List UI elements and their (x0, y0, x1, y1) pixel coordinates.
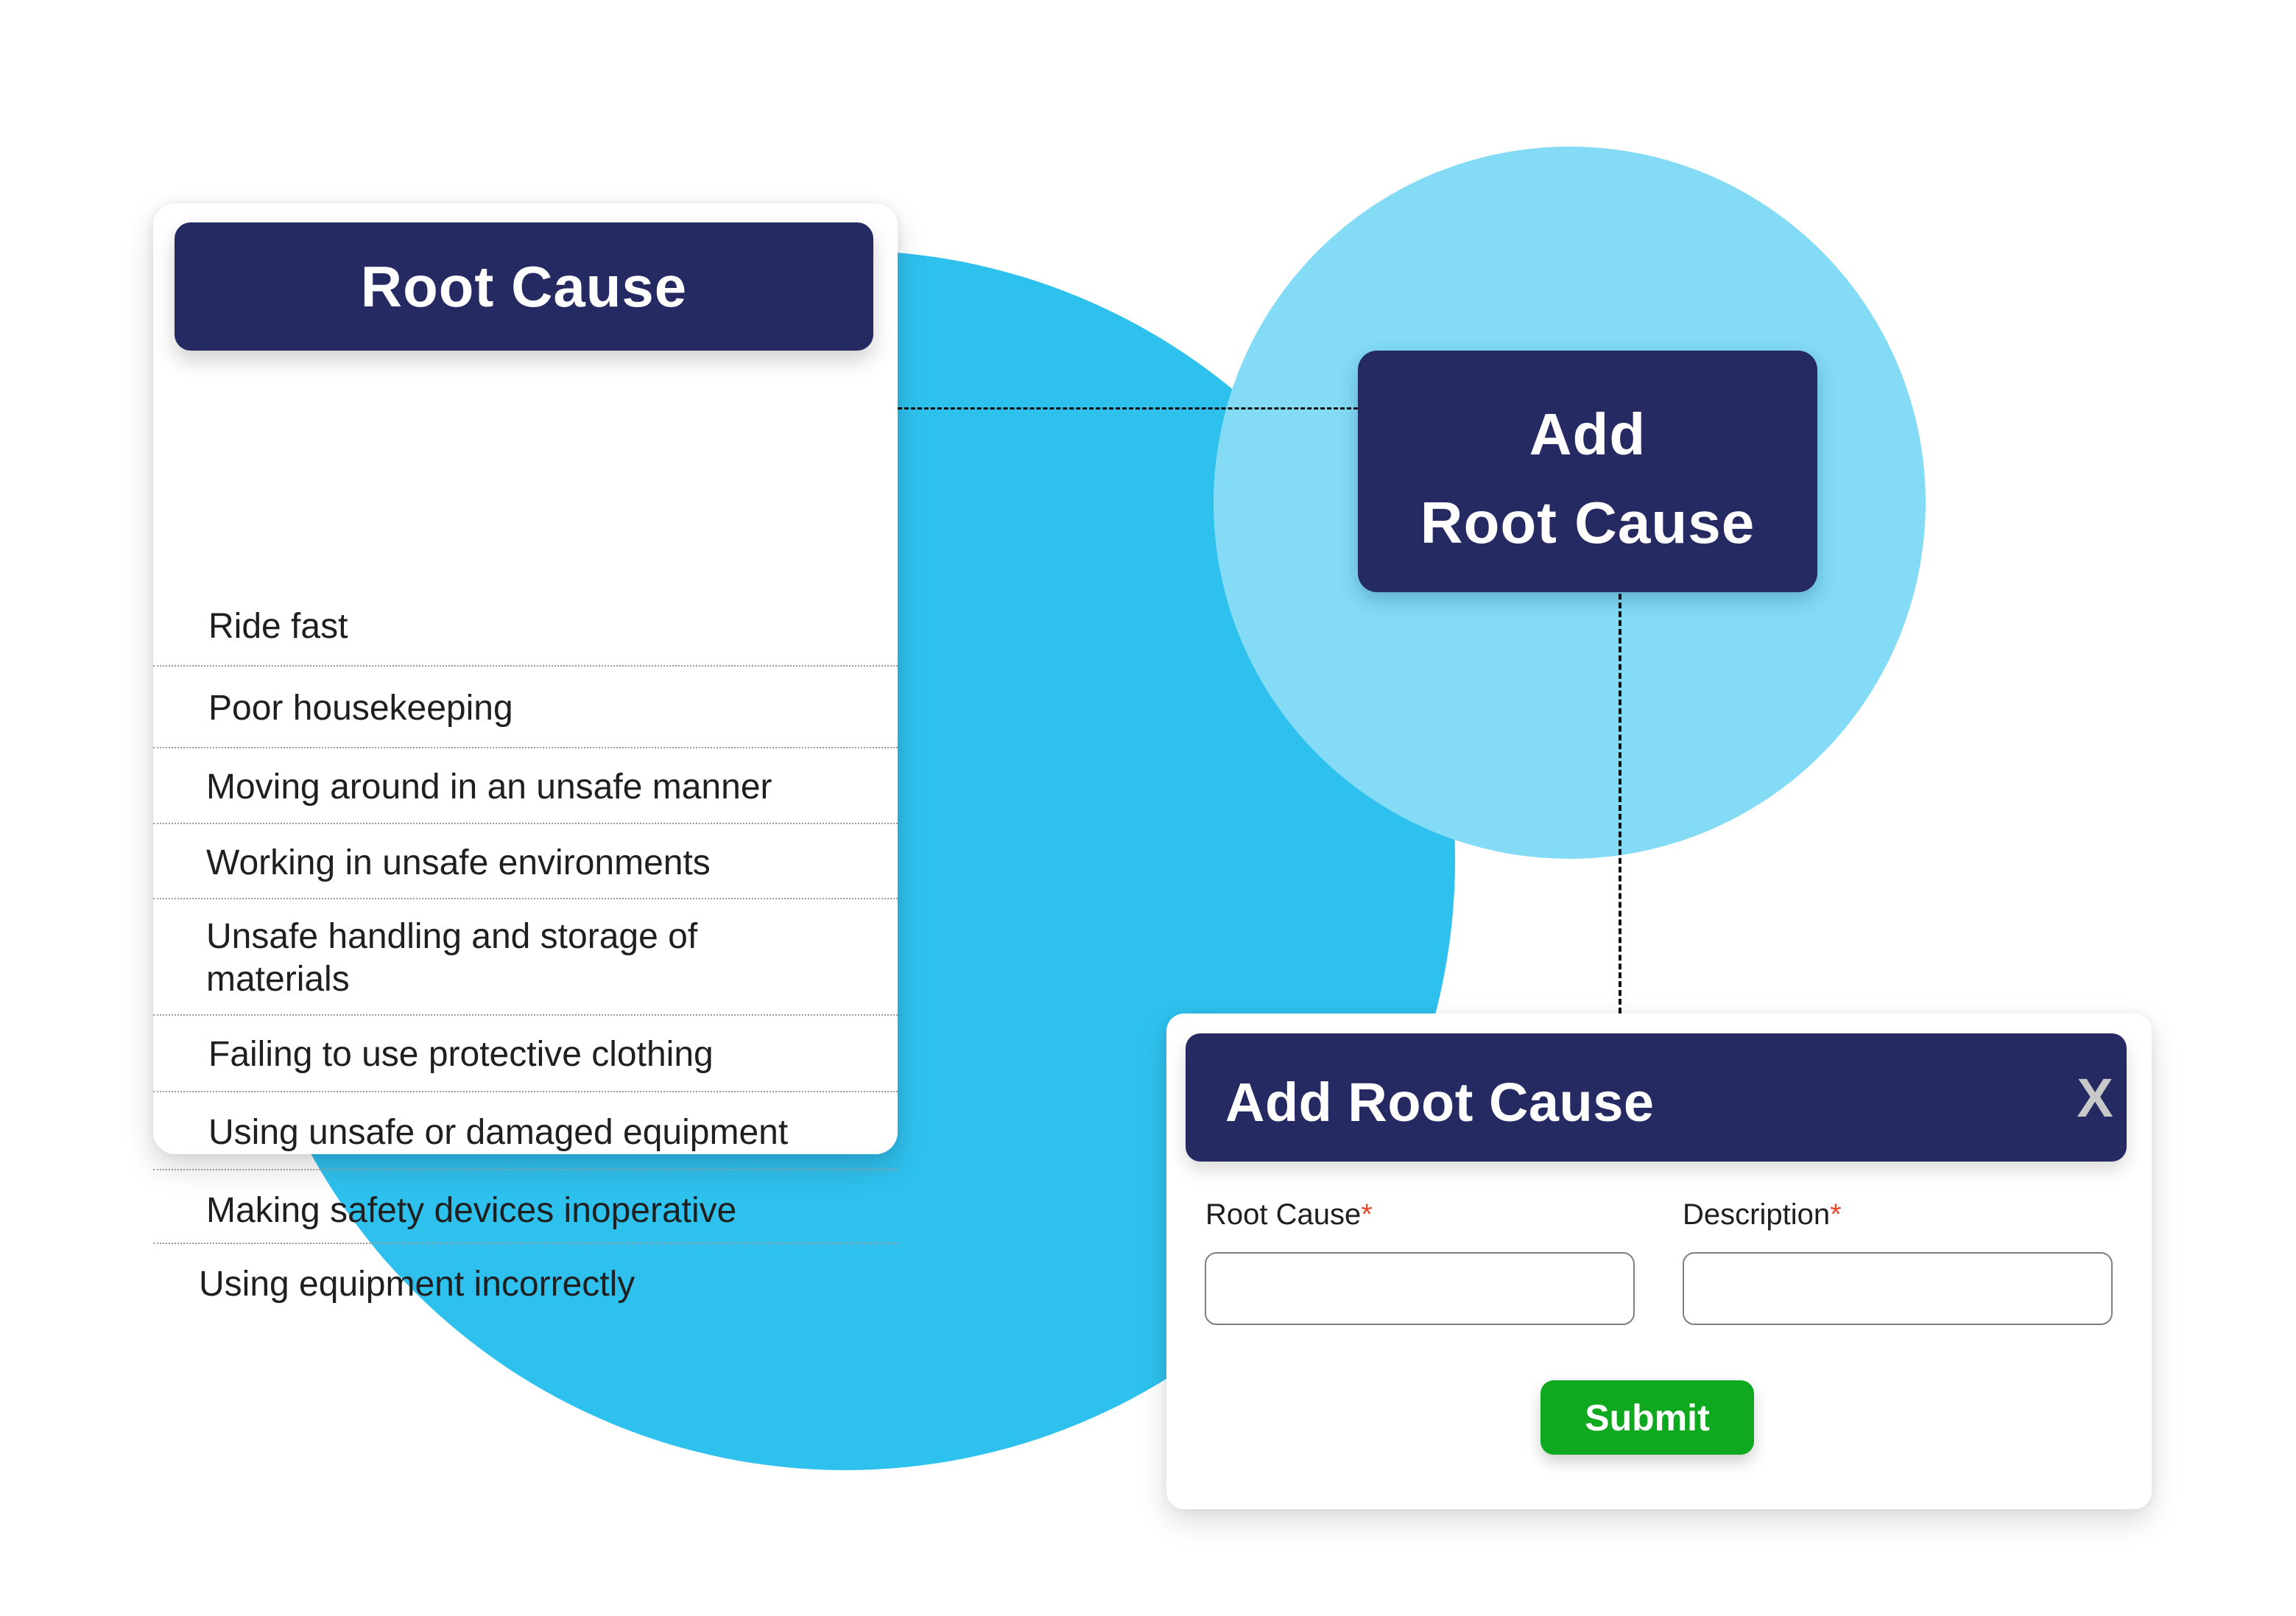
required-asterisk: * (1830, 1198, 1842, 1231)
submit-button[interactable]: Submit (1540, 1380, 1754, 1455)
list-item-label: Ride fast (208, 607, 348, 646)
add-root-cause-line2: Root Cause (1420, 490, 1756, 555)
list-item-label: Using equipment incorrectly (199, 1265, 635, 1304)
required-asterisk: * (1361, 1198, 1373, 1231)
list-item[interactable]: Failing to use protective clothing (153, 1016, 898, 1092)
add-root-cause-line1: Add (1529, 401, 1647, 467)
list-item[interactable]: Ride fast (153, 594, 898, 667)
list-item[interactable]: Using equipment incorrectly (153, 1244, 898, 1325)
root-cause-list-card: Root Cause Ride fast Poor housekeeping M… (153, 203, 898, 1304)
close-icon[interactable]: X (2069, 1069, 2121, 1128)
root-cause-input[interactable] (1205, 1252, 1635, 1325)
list-item-label: Moving around in an unsafe manner (206, 767, 772, 807)
list-item[interactable]: Making safety devices inoperative (153, 1170, 898, 1244)
connector-line-horizontal (898, 407, 1358, 410)
add-root-cause-dialog: Add Root Cause X Root Cause* Description… (1166, 1013, 2152, 1509)
list-item[interactable]: Moving around in an unsafe manner (153, 748, 898, 824)
root-cause-list-header: Root Cause (175, 222, 873, 351)
list-item[interactable]: Unsafe handling and storage of materials (153, 899, 898, 1016)
dialog-header: Add Root Cause X (1186, 1033, 2127, 1162)
list-item-label: Working in unsafe environments (206, 843, 711, 882)
root-cause-label-text: Root Cause (1205, 1198, 1362, 1231)
list-item[interactable]: Using unsafe or damaged equipment (153, 1092, 898, 1170)
connector-line-vertical (1619, 594, 1621, 1013)
description-input[interactable] (1683, 1252, 2113, 1325)
list-item-label: Failing to use protective clothing (208, 1035, 714, 1074)
root-cause-field-label: Root Cause* (1205, 1198, 1373, 1232)
list-item-label: Using unsafe or damaged equipment (208, 1113, 789, 1152)
list-item[interactable]: Poor housekeeping (153, 667, 898, 748)
list-item-label: Poor housekeeping (208, 689, 513, 728)
description-label-text: Description (1683, 1198, 1831, 1231)
add-root-cause-button[interactable]: Add Root Cause (1358, 351, 1817, 592)
dialog-title: Add Root Cause (1225, 1072, 1655, 1133)
list-item-label: Making safety devices inoperative (206, 1191, 737, 1230)
list-item-label: Unsafe handling and storage of materials (206, 917, 698, 999)
description-field-label: Description* (1683, 1198, 1842, 1232)
root-cause-list-title: Root Cause (360, 253, 688, 319)
list-item[interactable]: Working in unsafe environments (153, 824, 898, 899)
